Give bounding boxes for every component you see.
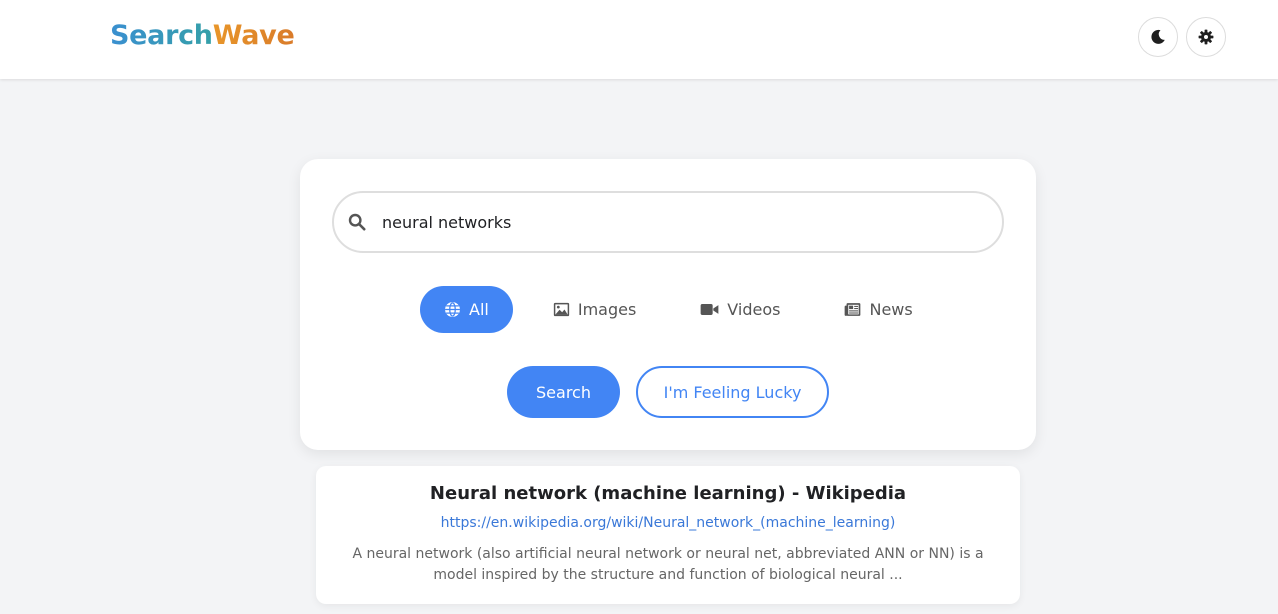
theme-toggle-button[interactable] <box>1138 17 1178 57</box>
result-snippet: A neural network (also artificial neural… <box>352 546 984 583</box>
tab-videos[interactable]: Videos <box>678 286 802 333</box>
search-button[interactable]: Search <box>507 366 620 418</box>
moon-icon <box>1151 29 1165 44</box>
logo[interactable]: SearchWave <box>110 20 295 51</box>
logo-search-text: Search <box>110 20 213 51</box>
image-icon <box>553 302 569 317</box>
search-icon <box>348 213 366 231</box>
search-input[interactable] <box>382 206 982 238</box>
tab-all[interactable]: All <box>420 286 513 333</box>
tab-news[interactable]: News <box>822 286 934 333</box>
search-type-tabs: All Images Videos News <box>420 286 935 333</box>
feeling-lucky-button[interactable]: I'm Feeling Lucky <box>636 366 829 418</box>
search-card: All Images Videos <box>300 159 1036 450</box>
top-header: SearchWave <box>0 0 1278 79</box>
newspaper-icon <box>845 303 861 316</box>
logo-wave-text: Wave <box>212 20 295 51</box>
search-result: Neural network (machine learning) - Wiki… <box>316 466 1020 604</box>
tab-images-label: Images <box>577 300 637 319</box>
search-actions: Search I'm Feeling Lucky <box>507 366 829 418</box>
tab-news-label: News <box>869 300 913 319</box>
tab-images[interactable]: Images <box>531 286 658 333</box>
settings-button[interactable] <box>1186 17 1226 57</box>
search-box[interactable] <box>332 191 1004 253</box>
tab-all-label: All <box>469 300 489 319</box>
result-title[interactable]: Neural network (machine learning) - Wiki… <box>316 483 1020 504</box>
tab-videos-label: Videos <box>727 300 781 319</box>
result-url[interactable]: https://en.wikipedia.org/wiki/Neural_net… <box>316 515 1020 531</box>
globe-icon <box>445 302 460 317</box>
gear-icon <box>1198 29 1214 45</box>
video-icon <box>700 304 719 315</box>
